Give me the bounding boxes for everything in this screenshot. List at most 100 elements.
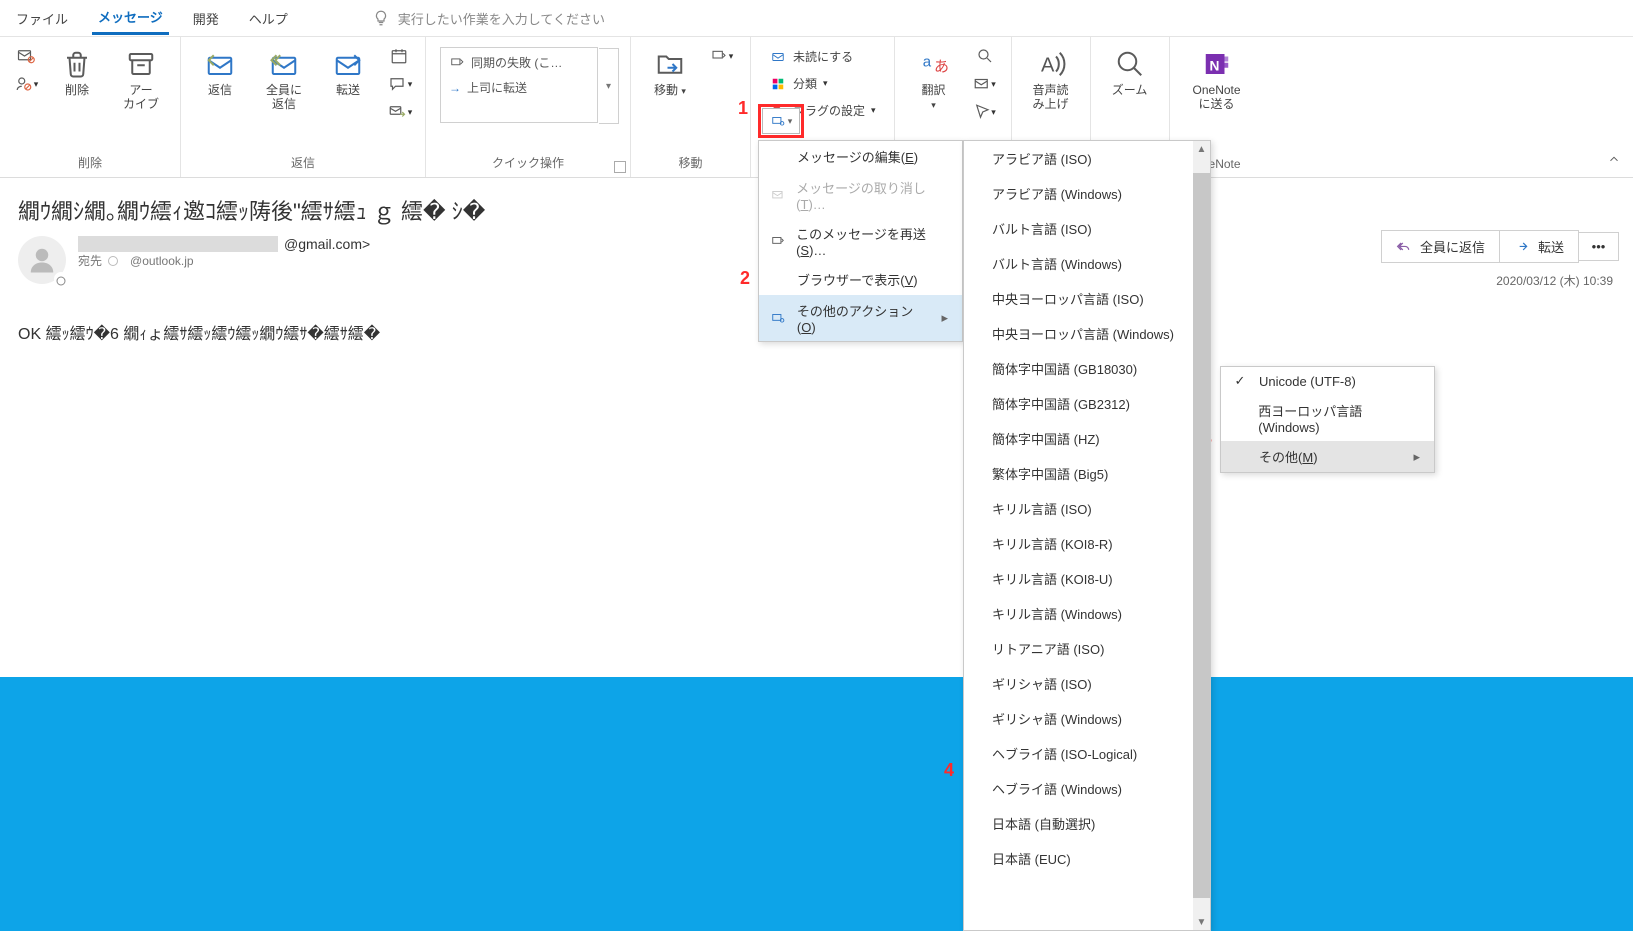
- onenote-label: OneNote に送る: [1193, 83, 1241, 112]
- more-actions-inline-button[interactable]: •••: [1579, 232, 1619, 261]
- reply-icon: [205, 49, 235, 79]
- other-actions-icon: [770, 311, 786, 325]
- onenote-button[interactable]: N OneNote に送る: [1178, 43, 1256, 118]
- encoding-scrollbar[interactable]: ▲ ▼: [1193, 141, 1210, 930]
- encoding-option[interactable]: 簡体字中国語 (GB2312): [964, 386, 1194, 421]
- tab-dev[interactable]: 開発: [187, 3, 225, 34]
- encoding-more[interactable]: その他(M)▸: [1221, 441, 1434, 472]
- related-button[interactable]: ▾: [971, 73, 999, 95]
- encoding-option[interactable]: リトアニア語 (ISO): [964, 631, 1194, 666]
- envelope-arrow-icon: [386, 103, 408, 121]
- actions-icon: [770, 114, 786, 128]
- rules-button[interactable]: ▾: [707, 45, 735, 67]
- menu-tabs: ファイル メッセージ 開発 ヘルプ 実行したい作業を入力してください: [0, 0, 1633, 36]
- encoding-option[interactable]: 簡体字中国語 (GB18030): [964, 351, 1194, 386]
- group-move-label: 移動: [639, 154, 742, 177]
- encoding-option[interactable]: 日本語 (EUC): [964, 841, 1194, 876]
- encoding-option[interactable]: 繁体字中国語 (Big5): [964, 456, 1194, 491]
- group-delete: ▾ 削除 アー カイブ 削除: [0, 37, 181, 177]
- sender-avatar[interactable]: [18, 236, 66, 284]
- menu-other-actions[interactable]: その他のアクション(O)▸: [759, 295, 962, 341]
- menu-edit-message-label: メッセージの編集(E): [797, 147, 918, 166]
- encoding-option[interactable]: アラビア語 (ISO): [964, 141, 1194, 176]
- quick-steps-gallery[interactable]: 同期の失敗 (こ… →上司に転送 ▾: [440, 47, 598, 123]
- junk-dropdown[interactable]: ▾: [12, 73, 40, 95]
- encoding-option[interactable]: ヘブライ語 (Windows): [964, 771, 1194, 806]
- mark-unread-button[interactable]: 未読にする: [763, 45, 882, 68]
- quicksteps-expand[interactable]: ▾: [599, 48, 619, 124]
- magnifier-icon: [976, 47, 994, 65]
- tab-file[interactable]: ファイル: [10, 3, 74, 34]
- reply-all-inline-label: 全員に返信: [1420, 237, 1485, 256]
- move-button[interactable]: 移動 ▾: [639, 43, 701, 103]
- encoding-utf8[interactable]: ✓Unicode (UTF-8): [1221, 367, 1434, 395]
- actions-menu: メッセージの編集(E) メッセージの取り消し(T)… このメッセージを再送(S)…: [758, 140, 963, 342]
- read-aloud-icon: A: [1036, 49, 1066, 79]
- quickstep-1-label: 同期の失敗 (こ…: [471, 54, 562, 71]
- meeting-button[interactable]: [385, 45, 413, 67]
- message-timestamp: 2020/03/12 (木) 10:39: [1496, 272, 1613, 289]
- menu-edit-message[interactable]: メッセージの編集(E): [759, 141, 962, 172]
- encoding-westwin[interactable]: 西ヨーロッパ言語 (Windows): [1221, 395, 1434, 441]
- trash-icon: [62, 49, 92, 79]
- encoding-option[interactable]: キリル言語 (KOI8-R): [964, 526, 1194, 561]
- encoding-option[interactable]: バルト言語 (ISO): [964, 211, 1194, 246]
- encoding-option[interactable]: 中央ヨーロッパ言語 (Windows): [964, 316, 1194, 351]
- menu-resend-message[interactable]: このメッセージを再送(S)…: [759, 218, 962, 264]
- reply-all-icon: [269, 49, 299, 79]
- encoding-option[interactable]: アラビア語 (Windows): [964, 176, 1194, 211]
- actions-split-button[interactable]: ▾: [762, 108, 800, 134]
- encoding-option[interactable]: ギリシャ語 (Windows): [964, 701, 1194, 736]
- group-quick-label: クイック操作: [434, 154, 622, 177]
- menu-recall-message: メッセージの取り消し(T)…: [759, 172, 962, 218]
- read-label: 音声読 み上げ: [1033, 83, 1069, 112]
- encoding-option[interactable]: バルト言語 (Windows): [964, 246, 1194, 281]
- reply-button[interactable]: 返信: [189, 43, 251, 103]
- ignore-button[interactable]: [12, 45, 40, 67]
- find-button[interactable]: [971, 45, 999, 67]
- select-button[interactable]: ▾: [971, 101, 999, 123]
- annotation-num-4: 4: [944, 760, 954, 781]
- envelope-closed-icon: [769, 50, 787, 64]
- scroll-down-icon[interactable]: ▼: [1193, 914, 1210, 930]
- encoding-option[interactable]: ギリシャ語 (ISO): [964, 666, 1194, 701]
- menu-view-browser[interactable]: ブラウザーで表示(V): [759, 264, 962, 295]
- encoding-utf8-label: Unicode (UTF-8): [1259, 374, 1356, 389]
- menu-recall-label: メッセージの取り消し(T)…: [796, 178, 948, 212]
- reply-all-button[interactable]: 全員に 返信: [253, 43, 315, 118]
- scrollbar-thumb[interactable]: [1193, 173, 1210, 898]
- unread-label: 未読にする: [793, 48, 853, 65]
- categorize-label: 分類: [793, 75, 817, 92]
- forward-inline-button[interactable]: 転送: [1500, 230, 1579, 263]
- quicksteps-dialog-launcher[interactable]: [614, 161, 626, 173]
- more-respond-button[interactable]: ▾: [385, 101, 413, 123]
- tab-help[interactable]: ヘルプ: [243, 3, 294, 34]
- read-aloud-button[interactable]: A 音声読 み上げ: [1020, 43, 1082, 118]
- encoding-option[interactable]: キリル言語 (Windows): [964, 596, 1194, 631]
- delete-button[interactable]: 削除: [46, 43, 108, 103]
- im-reply-button[interactable]: ▾: [385, 73, 413, 95]
- categories-icon: [769, 77, 787, 91]
- tell-me-search[interactable]: 実行したい作業を入力してください: [372, 9, 605, 28]
- reply-all-inline-button[interactable]: 全員に返信: [1381, 230, 1500, 263]
- envelope-block-icon: [16, 47, 36, 65]
- forward-button[interactable]: 転送: [317, 43, 379, 103]
- delete-label: 削除: [65, 83, 89, 97]
- encoding-option[interactable]: 簡体字中国語 (HZ): [964, 421, 1194, 456]
- categorize-button[interactable]: 分類▾: [763, 72, 882, 95]
- encoding-option[interactable]: キリル言語 (ISO): [964, 491, 1194, 526]
- archive-button[interactable]: アー カイブ: [110, 43, 172, 118]
- scroll-up-icon[interactable]: ▲: [1193, 141, 1210, 157]
- chevron-up-icon: [1607, 152, 1621, 166]
- encoding-option[interactable]: 日本語 (自動選択): [964, 806, 1194, 841]
- translate-button[interactable]: aあ 翻訳▾: [903, 43, 965, 118]
- encoding-option[interactable]: ヘブライ語 (ISO-Logical): [964, 736, 1194, 771]
- encoding-option[interactable]: 中央ヨーロッパ言語 (ISO): [964, 281, 1194, 316]
- menu-other-actions-label: その他のアクション(O): [797, 301, 932, 335]
- encoding-option[interactable]: キリル言語 (KOI8-U): [964, 561, 1194, 596]
- rules-icon: [709, 48, 729, 64]
- tab-message[interactable]: メッセージ: [92, 1, 169, 35]
- quickstep-2-label: 上司に転送: [467, 79, 527, 96]
- zoom-button[interactable]: ズーム: [1099, 43, 1161, 103]
- collapse-ribbon-button[interactable]: [1607, 152, 1621, 169]
